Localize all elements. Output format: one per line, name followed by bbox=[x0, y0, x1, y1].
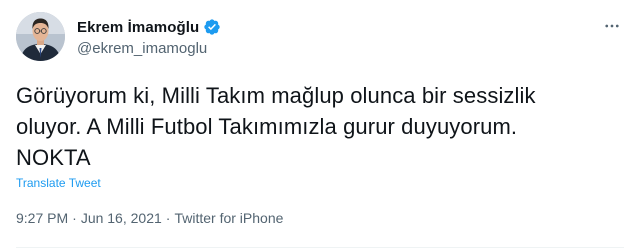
translate-tweet-link[interactable]: Translate Tweet bbox=[16, 176, 101, 190]
tweet-time[interactable]: 9:27 PM bbox=[16, 210, 68, 226]
more-options-icon[interactable] bbox=[600, 14, 624, 38]
display-name[interactable]: Ekrem İmamoğlu bbox=[77, 19, 199, 36]
meta-separator: · bbox=[72, 210, 77, 226]
handle[interactable]: @ekrem_imamoglu bbox=[77, 40, 221, 57]
name-row: Ekrem İmamoğlu bbox=[77, 16, 221, 38]
tweet-meta: 9:27 PM · Jun 16, 2021 · Twitter for iPh… bbox=[16, 210, 283, 226]
tweet-source[interactable]: Twitter for iPhone bbox=[174, 210, 283, 226]
author-info: Ekrem İmamoğlu @ekrem_imamoglu bbox=[77, 16, 221, 57]
tweet-header: Ekrem İmamoğlu @ekrem_imamoglu bbox=[16, 12, 221, 61]
tweet-card: Ekrem İmamoğlu @ekrem_imamoglu Görüyorum… bbox=[0, 0, 640, 248]
tweet-text: Görüyorum ki, Milli Takım mağlup olunca … bbox=[16, 83, 536, 170]
meta-separator-2: · bbox=[165, 210, 171, 226]
tweet-date[interactable]: Jun 16, 2021 bbox=[81, 210, 162, 226]
avatar[interactable] bbox=[16, 12, 65, 61]
verified-badge-icon bbox=[203, 18, 221, 36]
